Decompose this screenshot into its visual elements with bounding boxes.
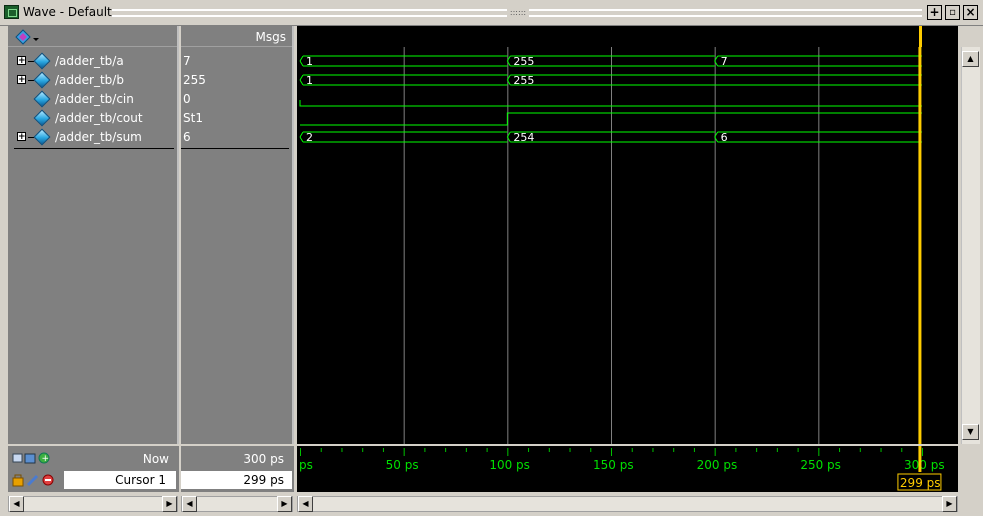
signal-row[interactable]: /adder_tb/cout bbox=[8, 109, 179, 128]
ruler-tick-label: 100 ps bbox=[489, 458, 530, 472]
timeline-canvas[interactable]: ps 50 ps 100 ps 150 ps 200 ps 250 ps 300 ps 299… bbox=[297, 446, 958, 492]
bus-segment bbox=[299, 131, 508, 143]
names-scroll-left-icon[interactable]: ◀ bbox=[9, 496, 24, 512]
expand-icon[interactable]: + bbox=[17, 132, 26, 142]
bus-segment bbox=[299, 74, 508, 86]
svg-text:+: + bbox=[42, 454, 50, 464]
bus-value-label: 7 bbox=[721, 55, 728, 68]
signal-diamond-icon bbox=[33, 109, 51, 127]
wave-window-icon bbox=[4, 5, 19, 19]
signal-value[interactable]: 0 bbox=[183, 92, 291, 111]
now-value: 300 ps bbox=[243, 452, 284, 466]
wave-hscrollbar[interactable]: ◀ ▶ bbox=[297, 496, 958, 512]
bus-segment bbox=[506, 74, 922, 86]
signal-value[interactable]: 7 bbox=[183, 54, 291, 73]
cursor-line-header bbox=[918, 26, 922, 47]
horizontal-scroll-area: ◀ ▶ ◀ ▶ ◀ ▶ bbox=[0, 494, 983, 516]
ruler-tick-label: 300 ps bbox=[904, 458, 945, 472]
ruler-tick-label: 200 ps bbox=[697, 458, 738, 472]
cursor-tools-icon[interactable]: + bbox=[12, 451, 52, 465]
cursor-values-pane: 300 ps 299 ps bbox=[181, 446, 294, 492]
signal-value[interactable]: 6 bbox=[183, 130, 291, 149]
signal-diamond-icon bbox=[33, 71, 51, 89]
close-button[interactable]: × bbox=[963, 5, 978, 20]
bus-value-label: 255 bbox=[513, 74, 534, 87]
signal-value[interactable]: 255 bbox=[183, 73, 291, 92]
cursor-name-field[interactable]: Cursor 1 bbox=[64, 471, 176, 489]
now-label: Now bbox=[142, 452, 169, 466]
bus-value-label: 2 bbox=[306, 131, 313, 144]
cursor-name-label: Cursor 1 bbox=[115, 473, 166, 487]
expand-icon[interactable]: + bbox=[17, 75, 26, 85]
signal-name: /adder_tb/b bbox=[55, 73, 124, 87]
signal-name: /adder_tb/cin bbox=[55, 92, 134, 106]
bus-value-label: 1 bbox=[306, 55, 313, 68]
cursor-edit-icons[interactable] bbox=[12, 473, 56, 487]
bus-value-label: 6 bbox=[721, 131, 728, 144]
signal-name: /adder_tb/sum bbox=[55, 130, 142, 144]
signal-row[interactable]: + /adder_tb/sum bbox=[8, 128, 179, 147]
msgs-header-label: Msgs bbox=[255, 30, 286, 44]
expand-icon[interactable]: + bbox=[17, 56, 26, 66]
signal-row[interactable]: /adder_tb/cin bbox=[8, 90, 179, 109]
cursor-names-pane: + Now Cursor 1 bbox=[8, 446, 179, 492]
dock-button[interactable]: + bbox=[927, 5, 942, 20]
selection-underline bbox=[14, 148, 174, 149]
ruler-tick-label: ps bbox=[299, 458, 313, 472]
bus-value-label: 255 bbox=[513, 55, 534, 68]
selection-underline bbox=[181, 148, 289, 149]
signal-values-pane[interactable]: Msgs 7 255 0 St1 6 bbox=[181, 26, 294, 444]
wave-header bbox=[297, 26, 958, 47]
cursor-value: 299 ps bbox=[243, 473, 284, 487]
msgs-header: Msgs bbox=[181, 26, 292, 47]
cursor-value-field[interactable]: 299 ps bbox=[181, 471, 292, 489]
names-header bbox=[8, 26, 177, 47]
wave-tool-icon[interactable] bbox=[14, 29, 40, 45]
signal-row[interactable]: + /adder_tb/a bbox=[8, 52, 179, 71]
bus-value-label: 1 bbox=[306, 74, 313, 87]
waveform-pane[interactable]: 1 255 7 1 255 2 254 6 bbox=[297, 47, 958, 444]
scroll-up-icon[interactable]: ▲ bbox=[962, 51, 979, 67]
ruler-tick-label: 250 ps bbox=[800, 458, 841, 472]
signal-value[interactable]: St1 bbox=[183, 111, 291, 130]
drag-handle-icon[interactable]: :::::: bbox=[507, 9, 529, 17]
bus-segment bbox=[299, 55, 508, 67]
signal-diamond-icon bbox=[33, 52, 51, 70]
bus-value-label: 254 bbox=[513, 131, 534, 144]
signal-name: /adder_tb/a bbox=[55, 54, 124, 68]
title-bar[interactable]: Wave - Default :::::: + ▫ × bbox=[0, 0, 983, 26]
vertical-scrollbar[interactable]: ▲ ▼ bbox=[961, 47, 980, 444]
wave-scroll-left-icon[interactable]: ◀ bbox=[298, 496, 313, 512]
signal-name: /adder_tb/cout bbox=[55, 111, 143, 125]
timeline-ruler[interactable]: ps 50 ps 100 ps 150 ps 200 ps 250 ps 300 ps 299… bbox=[297, 446, 958, 492]
ruler-tick-label: 150 ps bbox=[593, 458, 634, 472]
values-scroll-right-icon[interactable]: ▶ bbox=[277, 496, 292, 512]
signal-diamond-icon bbox=[33, 128, 51, 146]
values-scroll-left-icon[interactable]: ◀ bbox=[182, 496, 197, 512]
cursor-tag: 299 ps bbox=[900, 476, 941, 490]
signal-diamond-icon bbox=[33, 90, 51, 108]
window-title: Wave - Default bbox=[23, 5, 112, 19]
names-hscrollbar[interactable]: ◀ ▶ bbox=[8, 496, 178, 512]
scroll-down-icon[interactable]: ▼ bbox=[962, 424, 979, 440]
names-scroll-right-icon[interactable]: ▶ bbox=[162, 496, 177, 512]
signal-names-pane[interactable]: + /adder_tb/a + /adder_tb/b/adder_tb/cin/ad… bbox=[8, 26, 179, 444]
waveform-canvas[interactable]: 1 255 7 1 255 2 254 6 bbox=[297, 47, 958, 444]
signal-row[interactable]: + /adder_tb/b bbox=[8, 71, 179, 90]
values-hscrollbar[interactable]: ◀ ▶ bbox=[181, 496, 293, 512]
wave-scroll-right-icon[interactable]: ▶ bbox=[942, 496, 957, 512]
ruler-tick-label: 50 ps bbox=[386, 458, 419, 472]
undock-button[interactable]: ▫ bbox=[945, 5, 960, 20]
